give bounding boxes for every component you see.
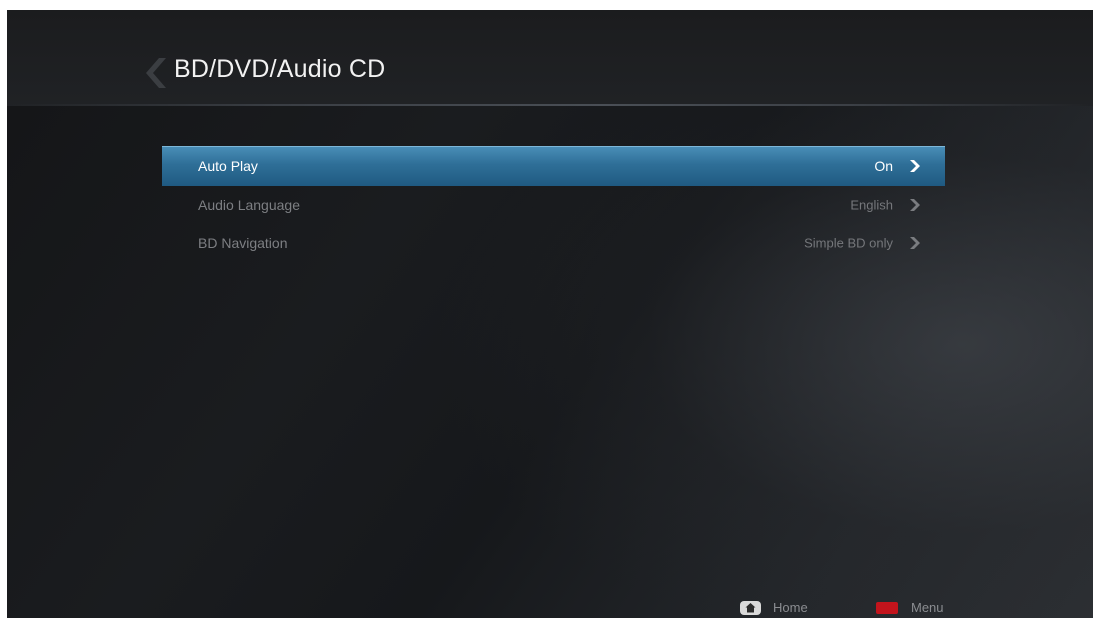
setting-value: English: [850, 197, 893, 213]
home-key-icon[interactable]: [740, 601, 761, 615]
chevron-right-icon: [910, 199, 920, 211]
chevron-right-icon: [910, 237, 920, 249]
settings-screen: BD/DVD/Audio CD Auto Play On Audio Langu…: [7, 10, 1093, 618]
setting-label: Audio Language: [198, 197, 300, 213]
page-title: BD/DVD/Audio CD: [174, 55, 386, 83]
home-hint-label: Home: [773, 600, 808, 615]
setting-row-auto-play[interactable]: Auto Play On: [162, 146, 945, 186]
setting-label: Auto Play: [198, 158, 258, 174]
chevron-right-icon: [910, 160, 920, 172]
setting-value: On: [874, 158, 893, 174]
setting-row-bd-navigation[interactable]: BD Navigation Simple BD only: [162, 224, 945, 262]
setting-label: BD Navigation: [198, 235, 288, 251]
setting-value: Simple BD only: [804, 235, 893, 251]
setting-row-audio-language[interactable]: Audio Language English: [162, 186, 945, 224]
menu-hint-label: Menu: [911, 600, 944, 615]
header-divider: [7, 104, 1093, 106]
settings-list: Auto Play On Audio Language English BD N…: [162, 146, 945, 262]
header-bar: [7, 10, 1093, 106]
chevron-left-icon[interactable]: [139, 56, 167, 90]
red-key-icon[interactable]: [876, 602, 898, 614]
